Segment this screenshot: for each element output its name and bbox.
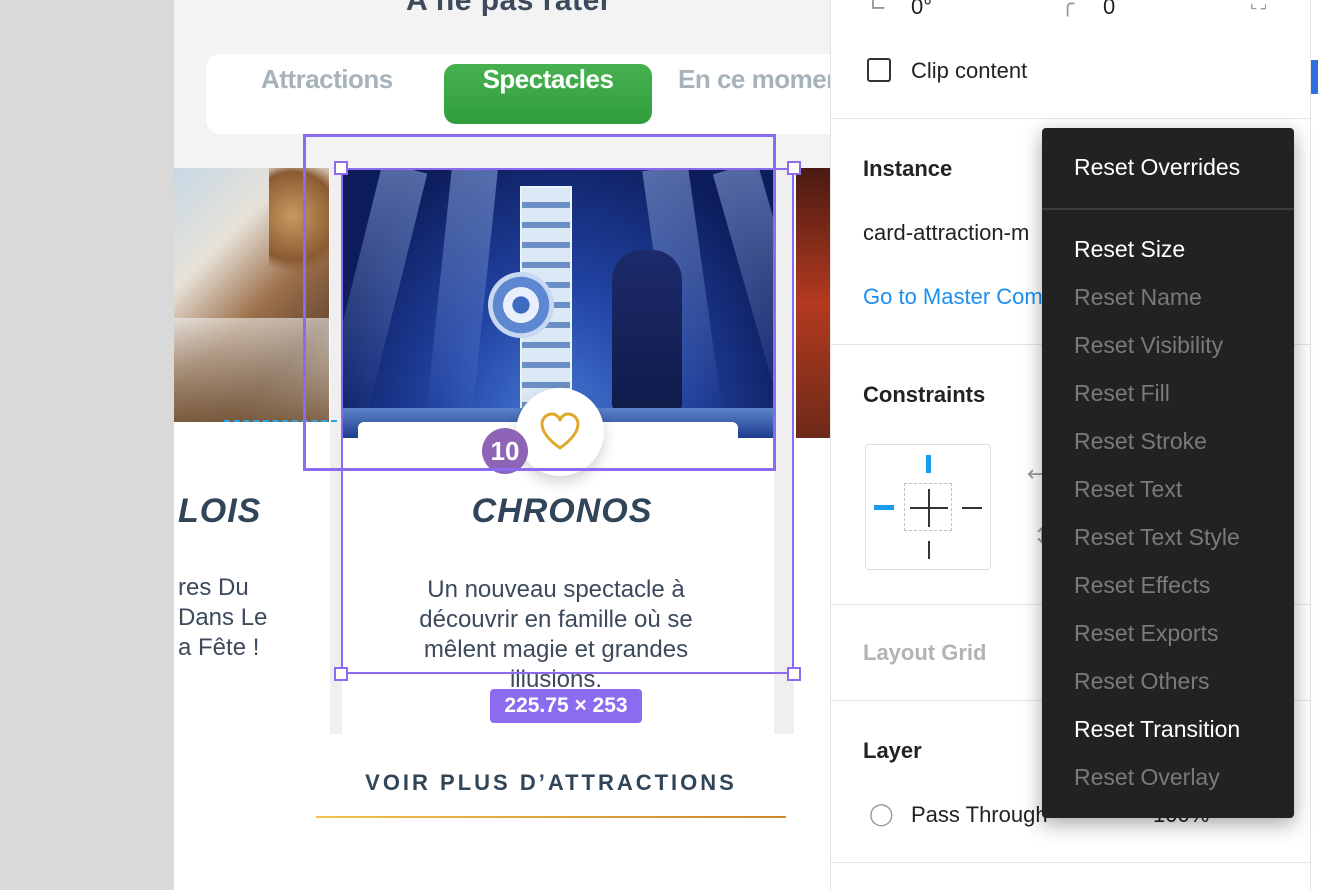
card-mid-description-line: illusions.	[509, 666, 603, 688]
tab-attractions[interactable]: Attractions	[261, 64, 393, 124]
card-left-description-line: Dans Le	[178, 604, 268, 631]
blend-mode-select[interactable]: Pass Through	[911, 802, 1048, 828]
card-mid-title: CHRONOS	[471, 492, 653, 530]
parade-float-decoration	[269, 168, 329, 288]
constraint-bottom[interactable]	[928, 541, 930, 559]
go-to-master-link[interactable]: Go to Master Com	[863, 284, 1043, 310]
card-right-image[interactable]	[796, 168, 830, 438]
menu-item-reset-fill: Reset Fill	[1074, 380, 1170, 406]
light-beam	[712, 168, 774, 415]
layout-grid-heading[interactable]: Layout Grid	[863, 640, 986, 666]
tabs-bar: Attractions Spectacles En ce moment	[206, 54, 830, 134]
constraint-top[interactable]	[926, 455, 931, 473]
section-title: A ne pas rater	[406, 0, 612, 17]
menu-item-reset-name: Reset Name	[1074, 284, 1202, 310]
tab-spectacles[interactable]: Spectacles	[444, 64, 652, 124]
resize-handle-bottom-left[interactable]	[334, 667, 348, 681]
card-mid-description-line: découvrir en famille où se	[419, 606, 693, 633]
card-left-description-line: a Fête !	[178, 634, 260, 661]
resize-handle-top-left[interactable]	[334, 161, 348, 175]
card-left-title: LOIS	[178, 492, 262, 530]
tab-en-ce-moment[interactable]: En ce moment	[678, 64, 830, 124]
magician-figure	[612, 250, 682, 410]
card-left-description-line: res Du	[178, 574, 249, 601]
menu-separator	[1042, 208, 1294, 210]
light-beam	[425, 168, 498, 420]
instance-component-name[interactable]: card-attraction-m	[863, 220, 1029, 246]
card-mid-description-line: mêlent magie et grandes	[423, 636, 689, 663]
layer-heading: Layer	[863, 738, 922, 763]
parade-smoke	[174, 318, 329, 422]
reset-overrides-context-menu: Reset Overrides Reset Size Reset Name Re…	[1042, 128, 1294, 818]
menu-item-reset-effects: Reset Effects	[1074, 572, 1211, 598]
resize-handle-top-right[interactable]	[787, 161, 801, 175]
corner-radius-icon: ╭	[1061, 0, 1075, 17]
menu-item-reset-text: Reset Text	[1074, 476, 1183, 502]
menu-item-reset-overlay: Reset Overlay	[1074, 764, 1220, 790]
voir-plus-link[interactable]: VOIR PLUS D’ATTRACTIONS	[316, 770, 786, 796]
menu-item-reset-overrides[interactable]: Reset Overrides	[1074, 154, 1240, 181]
menu-item-reset-stroke: Reset Stroke	[1074, 428, 1207, 454]
independent-corners-icon[interactable]: ⛶	[1251, 0, 1266, 15]
panel-edge-marker	[1311, 60, 1318, 94]
favorite-count-badge: 10	[482, 428, 528, 474]
constraint-center-horizontal[interactable]	[910, 507, 948, 509]
artboard[interactable]: A ne pas rater Attractions Spectacles En…	[174, 0, 830, 890]
voir-plus-underline	[316, 816, 786, 818]
clip-content-label: Clip content	[911, 58, 1028, 83]
section-divider	[831, 862, 1311, 863]
heart-icon	[540, 412, 580, 450]
light-beam	[342, 168, 428, 417]
constraints-widget[interactable]	[865, 444, 991, 570]
rotation-value[interactable]: 0°	[911, 0, 932, 20]
design-canvas[interactable]: A ne pas rater Attractions Spectacles En…	[0, 0, 830, 890]
card-mid-description-line: Un nouveau spectacle à	[427, 576, 685, 603]
constraint-right[interactable]	[962, 507, 982, 509]
blend-mode-icon: ◯	[869, 802, 894, 827]
menu-item-reset-others: Reset Others	[1074, 668, 1210, 694]
menu-item-reset-size[interactable]: Reset Size	[1074, 236, 1185, 263]
rotation-icon: ∟	[869, 0, 888, 17]
panel-edge-strip	[1310, 0, 1318, 890]
alignment-guide	[224, 420, 337, 422]
menu-item-reset-exports: Reset Exports	[1074, 620, 1219, 646]
menu-item-reset-transition[interactable]: Reset Transition	[1074, 716, 1240, 743]
favorite-button[interactable]	[516, 388, 604, 476]
constraint-left[interactable]	[874, 505, 894, 510]
section-divider	[831, 118, 1311, 119]
instance-heading: Instance	[863, 156, 953, 181]
resize-handle-bottom-right[interactable]	[787, 667, 801, 681]
menu-item-reset-text-style: Reset Text Style	[1074, 524, 1240, 550]
corner-radius-value[interactable]: 0	[1103, 0, 1115, 20]
card-left-image[interactable]	[174, 168, 329, 422]
selection-size-label: 225.75 × 253	[490, 689, 642, 723]
menu-item-reset-visibility: Reset Visibility	[1074, 332, 1224, 358]
constraints-heading: Constraints	[863, 382, 986, 407]
clip-content-checkbox[interactable]	[867, 58, 891, 82]
illusion-disc	[488, 272, 554, 338]
